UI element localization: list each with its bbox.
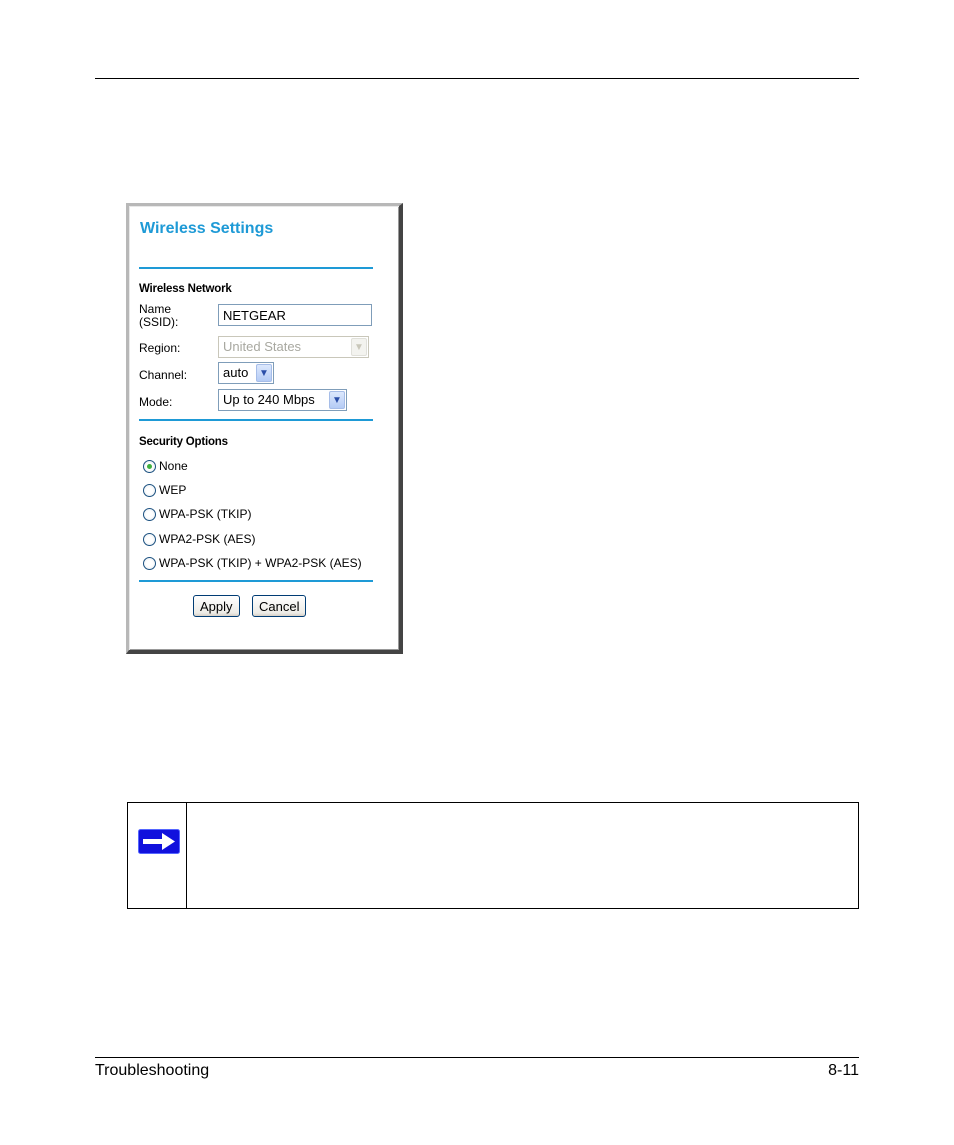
radio-checked-icon[interactable] — [143, 459, 156, 473]
wireless-settings-title: Wireless Settings — [140, 220, 274, 237]
ssid-input[interactable]: NETGEAR — [218, 304, 372, 326]
region-select: United States ▼ — [218, 336, 369, 358]
mode-select[interactable]: Up to 240 Mbps ▼ — [218, 389, 347, 411]
option-label: None — [159, 459, 188, 473]
divider — [139, 580, 373, 582]
page-number: 8-11 — [828, 1062, 859, 1079]
note-divider — [186, 803, 187, 908]
radio-icon[interactable] — [143, 556, 156, 570]
divider — [139, 267, 373, 269]
option-label: WPA2-PSK (AES) — [159, 532, 256, 546]
security-option-wpa-psk[interactable]: WPA-PSK (TKIP) — [143, 507, 251, 521]
security-options-heading: Security Options — [139, 436, 228, 448]
region-label: Region: — [139, 341, 181, 355]
cancel-button[interactable]: Cancel — [252, 595, 307, 617]
note-box — [127, 802, 859, 909]
chevron-down-icon: ▼ — [351, 338, 367, 356]
header-rule — [95, 78, 859, 79]
chevron-down-icon: ▼ — [329, 391, 345, 409]
security-option-none[interactable]: None — [143, 459, 188, 473]
radio-icon[interactable] — [143, 483, 156, 497]
divider — [139, 419, 373, 421]
wireless-network-heading: Wireless Network — [139, 283, 232, 295]
wireless-settings-screenshot: Wireless Settings Wireless Network Name … — [126, 203, 403, 654]
mode-value: Up to 240 Mbps — [223, 392, 315, 407]
radio-icon[interactable] — [143, 507, 156, 521]
radio-icon[interactable] — [143, 532, 156, 546]
footer-section-title: Troubleshooting — [95, 1062, 210, 1079]
footer-rule — [95, 1057, 859, 1058]
security-option-wpa-wpa2-mixed[interactable]: WPA-PSK (TKIP) + WPA2-PSK (AES) — [143, 556, 362, 570]
mode-label: Mode: — [139, 395, 173, 409]
apply-button[interactable]: Apply — [193, 595, 240, 617]
option-label: WEP — [159, 483, 187, 497]
channel-value: auto — [223, 365, 249, 380]
security-option-wpa2-psk[interactable]: WPA2-PSK (AES) — [143, 532, 255, 546]
chevron-down-icon: ▼ — [256, 364, 272, 382]
ssid-label-line2: (SSID): — [139, 315, 179, 329]
channel-select[interactable]: auto ▼ — [218, 362, 274, 384]
channel-label: Channel: — [139, 368, 188, 382]
security-option-wep[interactable]: WEP — [143, 483, 186, 497]
option-label: WPA-PSK (TKIP) + WPA2-PSK (AES) — [159, 556, 362, 570]
right-arrow-icon — [138, 829, 180, 854]
option-label: WPA-PSK (TKIP) — [159, 507, 252, 521]
region-value: United States — [223, 339, 302, 354]
ssid-label: Name (SSID): — [139, 303, 178, 329]
